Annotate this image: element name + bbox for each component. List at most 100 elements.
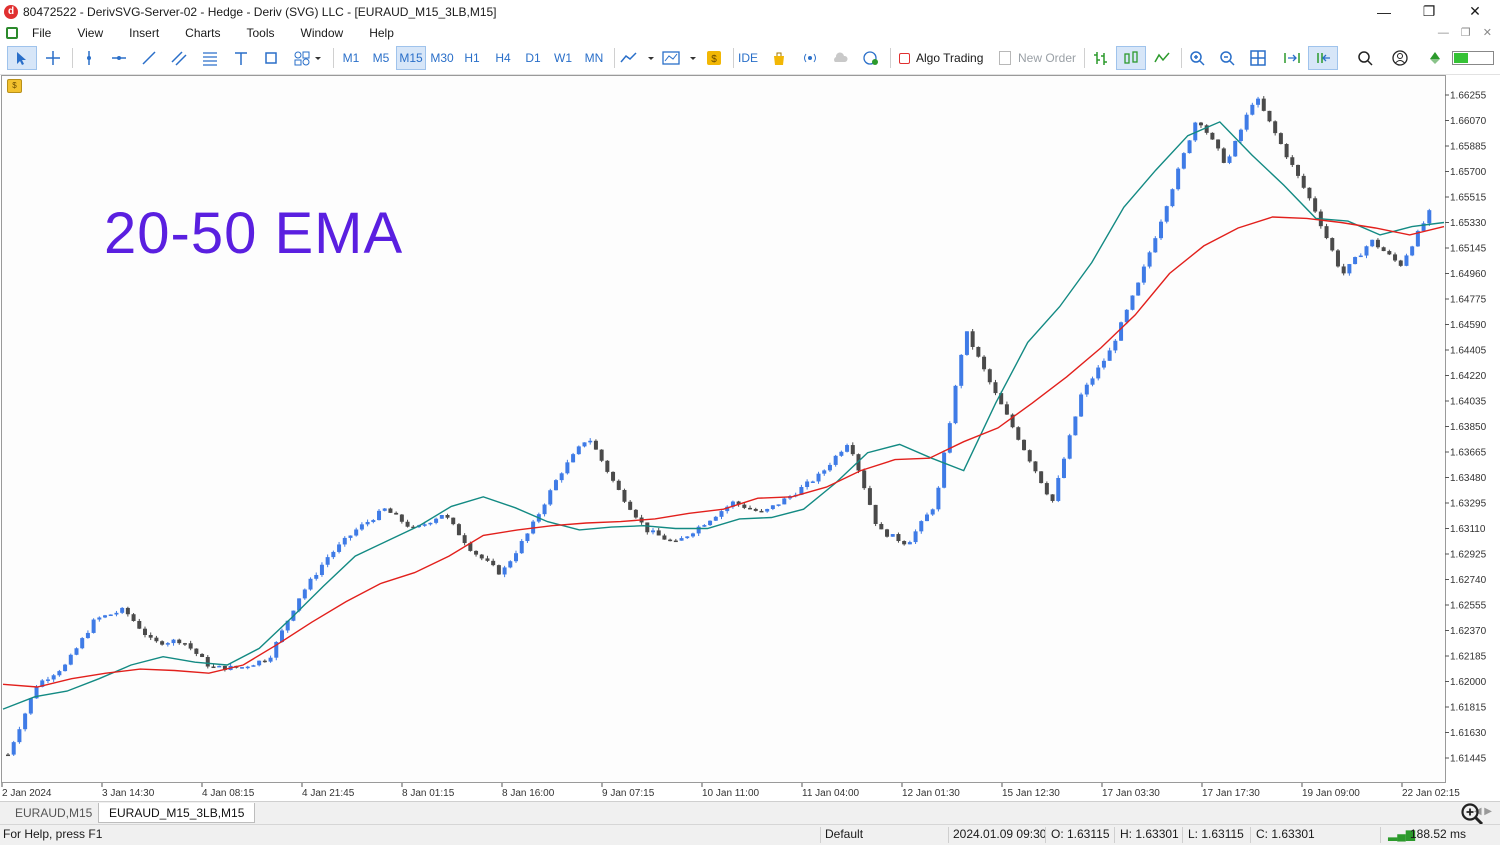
bullish-candle xyxy=(1079,394,1084,417)
close-button[interactable]: ✕ xyxy=(1452,0,1498,23)
tab-euraud-m15[interactable]: EURAUD,M15 xyxy=(5,803,102,822)
status-help-text: For Help, press F1 xyxy=(3,827,103,841)
candlestick-chart-icon[interactable] xyxy=(1116,46,1146,70)
bearish-candle xyxy=(1335,250,1340,267)
bearish-candle xyxy=(622,489,627,502)
bearish-candle xyxy=(1301,175,1306,188)
restore-button[interactable]: ❐ xyxy=(1406,0,1452,23)
timeframe-m30[interactable]: M30 xyxy=(427,46,457,70)
price-tick-label: 1.62740 xyxy=(1450,575,1487,586)
price-chart[interactable]: 1.66255 1.66070 1.65885 1.65700 1.65515 1.653… xyxy=(0,75,1500,801)
child-close-button[interactable]: ✕ xyxy=(1483,26,1492,39)
menu-tools[interactable]: Tools xyxy=(247,26,275,40)
timeframe-m5[interactable]: M5 xyxy=(366,46,396,70)
bullish-candle xyxy=(1164,206,1169,222)
bullish-candle xyxy=(839,451,844,456)
line-chart-icon[interactable] xyxy=(1147,46,1177,70)
vps-globe-icon[interactable] xyxy=(856,46,886,70)
account-icon[interactable] xyxy=(1385,46,1415,70)
bearish-candle xyxy=(1022,439,1027,451)
search-icon[interactable] xyxy=(1350,46,1380,70)
objects-menu-icon[interactable] xyxy=(288,46,328,70)
bullish-candle xyxy=(1056,477,1061,501)
one-click-trading-icon[interactable]: $ xyxy=(7,79,22,93)
time-tick-label: 3 Jan 14:30 xyxy=(102,788,155,799)
bearish-candle xyxy=(599,449,604,461)
bullish-candle xyxy=(548,490,553,505)
bullish-candle xyxy=(1227,156,1232,163)
bearish-candle xyxy=(593,440,598,450)
bullish-candle xyxy=(23,713,28,730)
menu-file[interactable]: File xyxy=(32,26,51,40)
chart-shift-icon[interactable] xyxy=(1308,46,1338,70)
timeframe-h1[interactable]: H1 xyxy=(457,46,487,70)
menu-bar: File View Insert Charts Tools Window Hel… xyxy=(0,23,1500,42)
zoom-in-icon[interactable] xyxy=(1182,46,1212,70)
status-profile[interactable]: Default xyxy=(825,827,863,841)
price-tick-label: 1.64590 xyxy=(1450,320,1487,331)
price-tick-label: 1.63295 xyxy=(1450,499,1487,510)
bullish-candle xyxy=(514,553,519,562)
market-dollar-icon[interactable]: $ xyxy=(699,46,729,70)
menu-charts[interactable]: Charts xyxy=(185,26,220,40)
algo-trading-button[interactable]: Algo Trading xyxy=(896,46,990,70)
bullish-candle xyxy=(1410,246,1415,256)
market-bag-icon[interactable] xyxy=(764,46,794,70)
bullish-candle xyxy=(1113,340,1118,351)
bullish-candle xyxy=(17,729,22,743)
trendline-tool-icon[interactable] xyxy=(134,46,164,70)
time-tick-label: 17 Jan 17:30 xyxy=(1202,788,1260,799)
new-order-button[interactable]: New Order xyxy=(996,46,1080,70)
menu-insert[interactable]: Insert xyxy=(129,26,159,40)
bearish-candle xyxy=(1044,483,1049,495)
minimize-button[interactable]: — xyxy=(1361,0,1407,23)
bearish-candle xyxy=(456,524,461,536)
menu-window[interactable]: Window xyxy=(301,26,344,40)
crosshair-tool-icon[interactable] xyxy=(38,46,68,70)
bearish-candle xyxy=(1313,198,1318,212)
market-watch-level-icon[interactable] xyxy=(1420,46,1450,70)
bullish-candle xyxy=(822,470,827,474)
time-tick-label: 10 Jan 11:00 xyxy=(702,788,760,799)
bearish-candle xyxy=(970,331,975,347)
timeframe-w1[interactable]: W1 xyxy=(548,46,578,70)
bearish-candle xyxy=(462,535,467,544)
timeframe-d1[interactable]: D1 xyxy=(518,46,548,70)
tile-windows-icon[interactable] xyxy=(1243,46,1273,70)
timeframe-m1[interactable]: M1 xyxy=(336,46,366,70)
price-tick-label: 1.61815 xyxy=(1450,703,1487,714)
horizontal-line-tool-icon[interactable] xyxy=(104,46,134,70)
bullish-candle xyxy=(80,638,85,649)
ide-button[interactable]: IDE xyxy=(733,46,763,70)
bullish-candle xyxy=(439,515,444,519)
bullish-candle xyxy=(845,445,850,452)
zoom-out-icon[interactable] xyxy=(1212,46,1242,70)
timeframe-h4[interactable]: H4 xyxy=(488,46,518,70)
fibonacci-tool-icon[interactable] xyxy=(195,46,225,70)
timeframe-m15[interactable]: M15 xyxy=(396,46,426,70)
auto-scroll-icon[interactable] xyxy=(1277,46,1307,70)
bullish-candle xyxy=(525,533,530,542)
tab-euraud-m15-3lb[interactable]: EURAUD_M15_3LB,M15 xyxy=(98,803,256,823)
cloud-hosting-icon[interactable] xyxy=(825,46,855,70)
menu-help[interactable]: Help xyxy=(369,26,394,40)
bullish-candle xyxy=(1250,104,1255,115)
child-restore-button[interactable]: ❐ xyxy=(1461,26,1471,39)
bar-chart-icon[interactable] xyxy=(1086,46,1116,70)
bullish-candle xyxy=(702,525,707,527)
indicators-menu-icon[interactable] xyxy=(660,46,700,70)
price-tick-label: 1.63665 xyxy=(1450,448,1487,459)
child-minimize-button[interactable]: — xyxy=(1438,27,1449,39)
channel-tool-icon[interactable] xyxy=(164,46,194,70)
text-tool-icon[interactable] xyxy=(226,46,256,70)
bearish-candle xyxy=(200,653,205,658)
vertical-line-tool-icon[interactable] xyxy=(74,46,104,70)
cursor-tool-icon[interactable] xyxy=(7,46,37,70)
time-tick-label: 11 Jan 04:00 xyxy=(802,788,860,799)
menu-view[interactable]: View xyxy=(77,26,103,40)
shapes-tool-icon[interactable] xyxy=(256,46,286,70)
chart-type-menu-icon[interactable] xyxy=(618,46,658,70)
price-tick-label: 1.65515 xyxy=(1450,193,1487,204)
timeframe-mn[interactable]: MN xyxy=(579,46,609,70)
signals-icon[interactable] xyxy=(795,46,825,70)
